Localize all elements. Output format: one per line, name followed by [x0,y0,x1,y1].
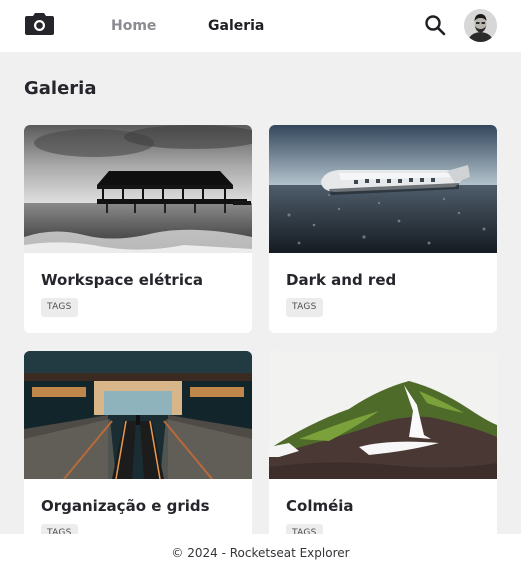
user-avatar[interactable] [464,9,497,42]
card-title: Workspace elétrica [41,271,203,289]
footer-text: © 2024 - Rocketseat Explorer [171,546,350,560]
nav-gallery-link[interactable]: Galeria [208,18,264,34]
tag-badge[interactable]: TAGS [41,298,78,317]
search-icon[interactable] [424,14,446,36]
plane-wreck-photo [269,125,497,253]
pier-photo [24,125,252,253]
mountain-photo [269,351,497,479]
avatar-image [464,9,497,42]
gallery-card[interactable]: Workspace elétrica TAGS [24,125,252,333]
tag-badge[interactable]: TAGS [286,298,323,317]
gallery-card[interactable]: Colméia TAGS [269,351,497,559]
page-title: Galeria [24,78,97,99]
gallery-card[interactable]: Dark and red TAGS [269,125,497,333]
page-footer: © 2024 - Rocketseat Explorer [0,534,521,568]
card-title: Colméia [286,497,354,515]
escalators-photo [24,351,252,479]
card-title: Dark and red [286,271,397,289]
gallery-card[interactable]: Organização e grids TAGS [24,351,252,559]
top-navbar: Home Galeria [0,0,521,52]
camera-icon[interactable] [24,12,55,36]
nav-home-link[interactable]: Home [111,18,156,34]
card-title: Organização e grids [41,497,210,515]
